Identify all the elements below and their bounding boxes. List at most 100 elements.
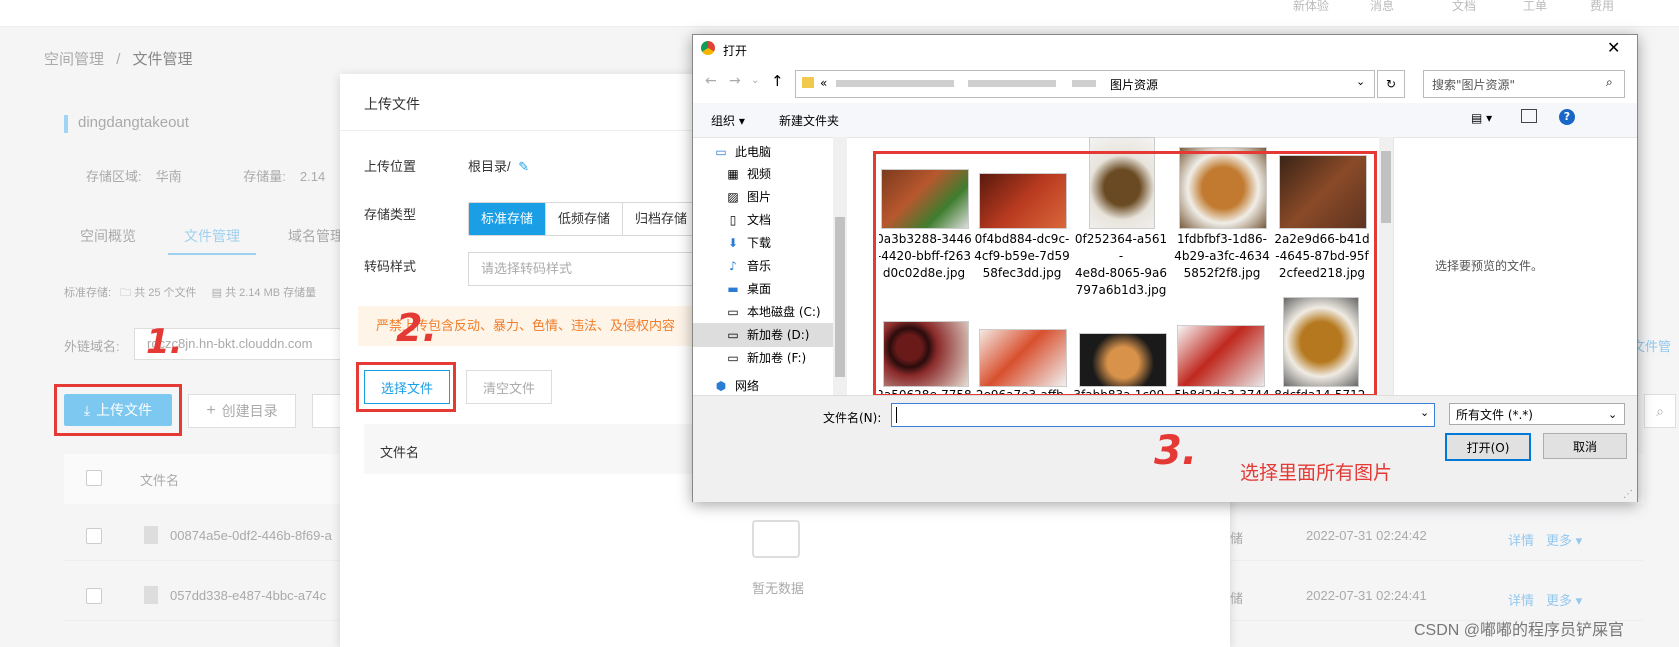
- video-icon: ▦: [727, 167, 739, 181]
- watermark: CSDN @嘟嘟的程序员铲屎官: [1414, 622, 1625, 639]
- chevron-down-icon[interactable]: ⌄: [1356, 75, 1365, 88]
- annotation-box-files: [873, 151, 1377, 397]
- view-mode-icon[interactable]: ▤ ▾: [1471, 111, 1492, 125]
- new-folder-button[interactable]: 新建文件夹: [779, 112, 839, 129]
- row-filename[interactable]: 00874a5e-0df2-446b-8f69-a: [170, 528, 332, 543]
- organize-menu[interactable]: 组织 ▾: [711, 112, 745, 129]
- nav-docs[interactable]: 文档: [1452, 0, 1476, 14]
- row-checkbox[interactable]: [86, 528, 102, 544]
- nav-billing[interactable]: 费用: [1590, 0, 1614, 14]
- filename-label: 文件名(N):: [823, 411, 882, 425]
- tab-active-indicator: [168, 253, 256, 255]
- batch-button[interactable]: [312, 394, 342, 428]
- nav-scrollbar[interactable]: [833, 137, 847, 395]
- music-icon: ♪: [729, 259, 737, 273]
- breadcrumb-parent[interactable]: 空间管理: [44, 51, 104, 68]
- forward-icon[interactable]: →: [729, 73, 741, 89]
- storage-stats: 标准存储: 🗀 共 25 个文件 ▤ 共 2.14 MB 存储量: [64, 287, 317, 299]
- row-storage-type: 储: [1230, 591, 1244, 606]
- download-icon: ⬇: [727, 236, 739, 250]
- annotation-note: 选择里面所有图片: [1240, 463, 1393, 484]
- tab-overview[interactable]: 空间概览: [80, 226, 136, 246]
- row-storage-type: 储: [1230, 531, 1244, 546]
- caret-down-icon: ▾: [738, 114, 745, 128]
- upload-list-name-header: 文件名: [380, 445, 420, 460]
- empty-inbox-icon: [752, 520, 800, 558]
- storage-type-segmented: 标准存储 低频存储 归档存储: [468, 202, 702, 236]
- filename-input[interactable]: ⌄: [891, 403, 1435, 427]
- disk-icon: ▤: [211, 287, 223, 299]
- storage-type-archive[interactable]: 归档存储: [623, 203, 701, 235]
- search-icon: ⌕: [1606, 75, 1613, 89]
- preview-divider: [1393, 137, 1394, 395]
- help-icon[interactable]: ?: [1559, 109, 1575, 125]
- search-button[interactable]: ⌕: [1644, 394, 1676, 428]
- tab-domain[interactable]: 域名管理: [288, 226, 344, 246]
- open-button[interactable]: 打开(O): [1445, 433, 1531, 461]
- tab-file-management[interactable]: 文件管理: [184, 226, 240, 246]
- row-more-link[interactable]: 更多 ▾: [1546, 530, 1582, 549]
- nav-tickets[interactable]: 工单: [1523, 0, 1547, 14]
- network-icon: ⬢: [715, 379, 727, 393]
- up-icon[interactable]: ↑: [771, 72, 784, 90]
- history-dropdown-icon[interactable]: ⌄: [751, 75, 759, 86]
- storage-type-standard[interactable]: 标准存储: [469, 203, 547, 235]
- plus-icon: +: [206, 402, 216, 419]
- edit-icon[interactable]: ✎: [518, 159, 529, 174]
- bucket-name: dingdangtakeout: [78, 114, 189, 131]
- cancel-button[interactable]: 取消: [1543, 433, 1627, 459]
- create-directory-button[interactable]: + 创建目录: [188, 394, 296, 428]
- dialog-title: 打开: [723, 44, 748, 58]
- select-all-checkbox[interactable]: [86, 470, 102, 486]
- nav-drive-f[interactable]: ▭ 新加卷 (F:): [725, 347, 806, 369]
- dialog-search-input[interactable]: 搜索"图片资源" ⌕: [1423, 70, 1625, 98]
- nav-messages[interactable]: 消息: [1370, 0, 1394, 14]
- nav-downloads[interactable]: ⬇ 下载: [725, 232, 771, 254]
- caret-down-icon: ▾: [1575, 533, 1583, 548]
- nav-drive-d[interactable]: ▭ 新加卷 (D:): [725, 324, 809, 346]
- chrome-icon: [701, 41, 715, 55]
- document-icon: ▯: [729, 213, 737, 227]
- nav-documents[interactable]: ▯ 文档: [725, 209, 771, 231]
- resize-grip-icon[interactable]: ⋰: [1623, 489, 1633, 500]
- blurred-path: [836, 80, 954, 87]
- caret-down-icon: ▾: [1575, 593, 1583, 608]
- nav-pictures[interactable]: ▨ 图片: [725, 186, 771, 208]
- back-icon[interactable]: ←: [705, 73, 717, 89]
- row-detail-link[interactable]: 详情: [1508, 530, 1534, 549]
- search-icon: ⌕: [1656, 402, 1664, 419]
- row-detail-link[interactable]: 详情: [1508, 590, 1534, 609]
- folder-icon: [802, 77, 814, 88]
- transcode-label: 转码样式: [364, 259, 417, 274]
- refresh-icon[interactable]: ↻: [1377, 70, 1405, 98]
- row-more-link[interactable]: 更多 ▾: [1546, 590, 1582, 609]
- nav-videos[interactable]: ▦ 视频: [725, 163, 771, 185]
- nav-new-experience[interactable]: 新体验: [1293, 0, 1329, 14]
- blurred-path: [968, 80, 1056, 87]
- nav-drive-c[interactable]: ▭ 本地磁盘 (C:): [725, 301, 820, 323]
- file-type-select[interactable]: 所有文件 (*.*) ⌄: [1449, 403, 1625, 425]
- domain-label: 外链域名:: [64, 339, 120, 354]
- address-bar[interactable]: « 图片资源 ⌄: [795, 70, 1375, 98]
- storage-type-infrequent[interactable]: 低频存储: [546, 203, 624, 235]
- annotation-2: 2.: [396, 306, 437, 350]
- nav-music[interactable]: ♪ 音乐: [725, 255, 771, 277]
- path-current[interactable]: 图片资源: [1110, 76, 1158, 93]
- nav-this-pc[interactable]: ▭ 此电脑: [713, 141, 771, 163]
- breadcrumb-current: 文件管理: [132, 51, 193, 68]
- drive-icon: ▭: [727, 305, 739, 319]
- row-checkbox[interactable]: [86, 588, 102, 604]
- preview-pane-icon[interactable]: [1521, 109, 1537, 123]
- chevron-down-icon[interactable]: ⌄: [1420, 406, 1429, 419]
- row-filename[interactable]: 057dd338-e487-4bbc-a74c: [170, 588, 326, 603]
- close-icon[interactable]: ✕: [1607, 38, 1620, 57]
- nav-desktop[interactable]: ▬ 桌面: [725, 278, 771, 300]
- annotation-box-1: [54, 384, 182, 436]
- blurred-path: [1072, 80, 1096, 87]
- region-info: 存储区域: 华南 存储量: 2.14: [86, 169, 326, 184]
- clear-files-button[interactable]: 清空文件: [466, 370, 552, 404]
- image-file-icon: [144, 526, 158, 544]
- nav-network[interactable]: ⬢ 网络: [713, 375, 759, 397]
- chevron-down-icon: ⌄: [1608, 408, 1618, 421]
- file-grid-scrollbar[interactable]: [1379, 137, 1393, 395]
